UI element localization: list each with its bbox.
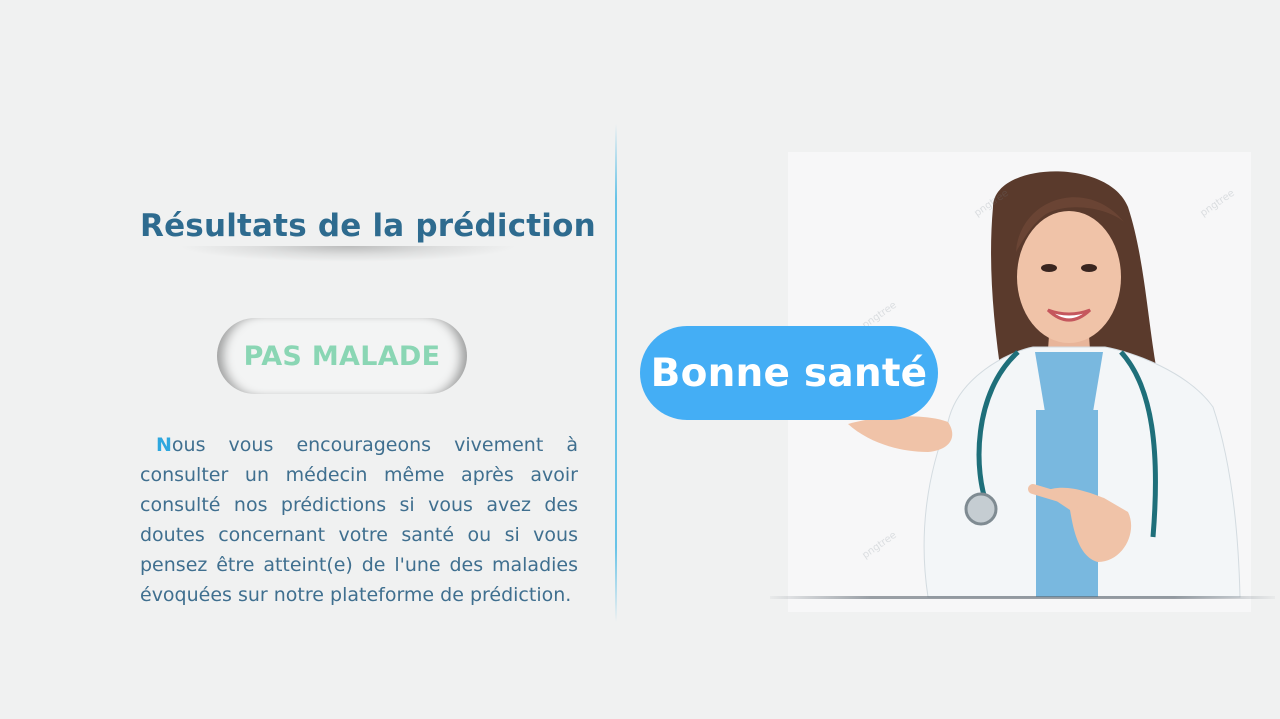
recommendation-message: Nous vous encourageons vivement à consul… [140, 430, 578, 610]
ground-line [770, 596, 1275, 599]
vertical-divider [615, 124, 617, 622]
stethoscope-chest-piece [964, 492, 998, 526]
face [1017, 211, 1121, 343]
message-text: ous vous encourageons vivement à consult… [140, 434, 578, 606]
page-title: Résultats de la prédiction [140, 208, 596, 244]
message-dropcap: N [156, 434, 172, 456]
health-status-text: Bonne santé [650, 350, 928, 396]
open-palm [848, 416, 953, 452]
title-shadow [178, 246, 518, 262]
eye-left [1041, 264, 1057, 272]
status-label: PAS MALADE [243, 340, 441, 372]
health-status-badge: Bonne santé [640, 326, 938, 420]
prediction-result-page: Résultats de la prédiction PAS MALADE No… [0, 0, 1280, 719]
status-badge: PAS MALADE [217, 318, 467, 394]
eye-right [1081, 264, 1097, 272]
